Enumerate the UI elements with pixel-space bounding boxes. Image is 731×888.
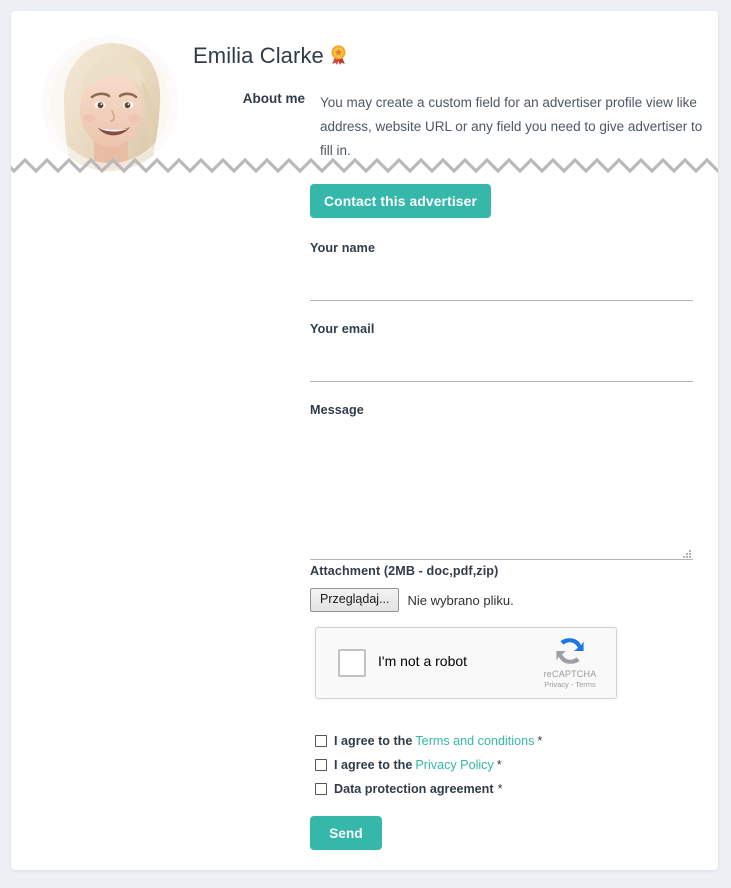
terms-prefix-text: I agree to the [334, 734, 413, 748]
message-label: Message [310, 403, 364, 417]
about-me-text: You may create a custom field for an adv… [320, 95, 703, 158]
recaptcha-logo-icon [556, 638, 584, 664]
your-name-input[interactable] [310, 271, 693, 301]
privacy-prefix-text: I agree to the [334, 758, 413, 772]
consent-row-privacy[interactable]: I agree to the Privacy Policy * [315, 753, 695, 777]
attachment-label: Attachment (2MB - doc,pdf,zip) [310, 564, 499, 578]
file-input-row: Przeglądaj... Nie wybrano pliku. [310, 588, 710, 612]
privacy-required-star: * [496, 758, 502, 772]
terms-and-conditions-link[interactable]: Terms and conditions [415, 734, 534, 748]
recaptcha-widget[interactable]: I'm not a robot reCAPTCHA Privacy - Term… [315, 627, 617, 699]
page-title: Emilia Clarke [193, 43, 347, 69]
data-protection-required-star: * [497, 782, 503, 796]
data-protection-text: Data protection agreement [334, 782, 494, 796]
recaptcha-privacy-terms[interactable]: Privacy - Terms [534, 680, 606, 689]
consent-list: I agree to the Terms and conditions * I … [315, 729, 695, 801]
data-protection-checkbox[interactable] [315, 783, 327, 795]
field-message: Message [310, 403, 693, 560]
advertiser-profile-card: Emilia Clarke About me You may create a … [11, 11, 718, 870]
message-wrapper [310, 431, 693, 560]
consent-row-terms[interactable]: I agree to the Terms and conditions * [315, 729, 695, 753]
privacy-policy-link[interactable]: Privacy Policy [415, 758, 493, 772]
contact-advertiser-button[interactable]: Contact this advertiser [310, 184, 491, 218]
your-email-input[interactable] [310, 352, 693, 382]
recaptcha-brand-name: reCAPTCHA [543, 669, 597, 679]
your-email-label: Your email [310, 322, 375, 336]
terms-checkbox[interactable] [315, 735, 327, 747]
browse-file-button[interactable]: Przeglądaj... [310, 588, 400, 612]
attachment-section: Attachment (2MB - doc,pdf,zip) Przegląda… [310, 564, 710, 612]
your-name-label: Your name [310, 241, 376, 255]
recaptcha-label: I'm not a robot [378, 653, 468, 669]
about-me-label: About me [242, 91, 305, 106]
field-your-email: Your email [310, 322, 693, 382]
profile-name-text: Emilia Clarke [193, 43, 324, 68]
profile-header: Emilia Clarke About me You may create a … [11, 11, 718, 171]
privacy-checkbox[interactable] [315, 759, 327, 771]
terms-required-star: * [537, 734, 543, 748]
award-rosette-icon [330, 45, 347, 65]
message-textarea[interactable] [310, 431, 693, 560]
page-root: Emilia Clarke About me You may create a … [0, 0, 731, 888]
consent-row-data-protection[interactable]: Data protection agreement * [315, 777, 695, 801]
recaptcha-branding: reCAPTCHA Privacy - Terms [534, 635, 606, 689]
avatar [42, 35, 178, 171]
file-selected-status: Nie wybrano pliku. [407, 592, 514, 608]
send-button[interactable]: Send [310, 816, 382, 850]
recaptcha-checkbox[interactable] [338, 649, 366, 677]
field-your-name: Your name [310, 241, 693, 301]
